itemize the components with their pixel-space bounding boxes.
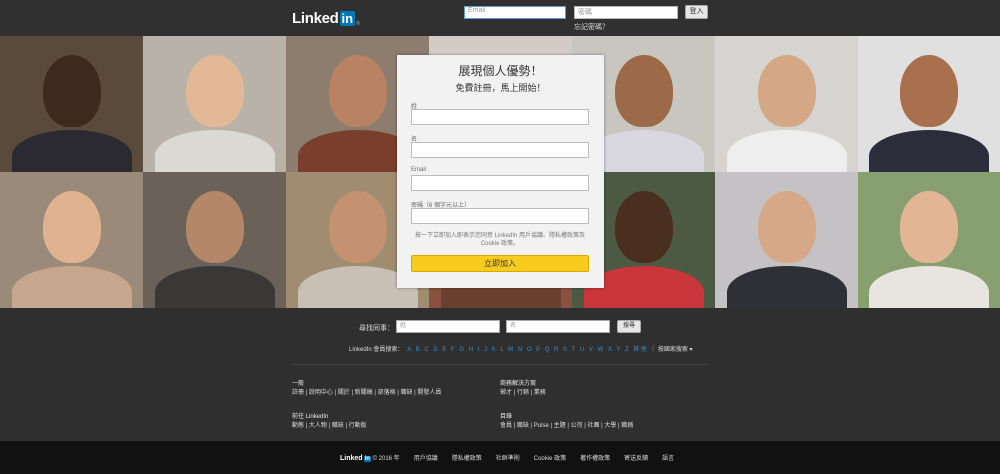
last-name-input[interactable] — [411, 109, 589, 125]
bottom-linkedin-logo: Linked in — [340, 455, 371, 462]
signup-password-input[interactable] — [411, 208, 589, 224]
footer-browse: 前往 LinkedIn 動態 | 大人物 | 職缺 | 行動版 — [292, 413, 367, 431]
copyright-policy-link[interactable]: 著作權政策 — [580, 453, 610, 462]
email-label: Email — [411, 167, 427, 173]
user-agreement-link[interactable]: 用戶協議 — [414, 453, 438, 462]
photo-tile — [143, 172, 286, 308]
linkedin-logo[interactable]: Linked in ® — [292, 9, 360, 28]
photo-tile — [858, 36, 1000, 172]
footer-directories-heading: 目錄 — [500, 414, 513, 420]
join-now-button[interactable]: 立即加入 — [411, 255, 589, 272]
browse-by-country-link[interactable]: 按國家搜索 ▾ — [658, 344, 693, 353]
photo-tile — [0, 36, 143, 172]
footer-general-heading: 一般 — [292, 381, 305, 387]
footer-business: 商務解決方案 徵才 | 行銷 | 業務 — [500, 380, 546, 398]
signup-email-input[interactable] — [411, 175, 589, 191]
cookie-policy-link[interactable]: Cookie 政策 — [534, 453, 566, 462]
logo-text: Linked — [292, 9, 339, 27]
footer-browse-links[interactable]: 動態 | 大人物 | 職缺 | 行動版 — [292, 422, 367, 431]
footer-divider — [292, 364, 708, 365]
photo-tile — [0, 172, 143, 308]
forgot-password-link[interactable]: 忘記密碼？ — [574, 22, 609, 32]
first-name-input[interactable] — [411, 142, 589, 158]
bottom-logo-text: Linked — [340, 455, 363, 462]
send-feedback-link[interactable]: 寄送反饋 — [624, 453, 648, 462]
find-colleagues-label: 尋找同事： — [359, 325, 394, 332]
bottom-copyright-group: Linked in © 2016 年 — [340, 453, 400, 462]
find-first-name-input[interactable]: 姓 — [396, 320, 500, 333]
footer-directories-links[interactable]: 會員 | 職缺 | Pulse | 主題 | 公司 | 社團 | 大學 | 職稱 — [500, 422, 633, 431]
footer-browse-heading: 前往 LinkedIn — [292, 414, 329, 420]
footer-business-links[interactable]: 徵才 | 行銷 | 業務 — [500, 389, 546, 398]
directory-label: LinkedIn 會員搜索： — [349, 347, 404, 353]
privacy-policy-link[interactable]: 隱私權政策 — [452, 453, 482, 462]
bottom-logo-in: in — [363, 455, 371, 462]
photo-tile — [715, 36, 858, 172]
bottom-bar: Linked in © 2016 年 用戶協議 隱私權政策 社群準則 Cookie… — [0, 441, 1000, 474]
login-password-input[interactable]: 密碼 — [574, 6, 678, 19]
footer-general: 一般 註冊 | 說明中心 | 關於 | 新聞稿 | 部落格 | 職缺 | 開發人… — [292, 380, 441, 398]
photo-tile — [715, 172, 858, 308]
logo-registered: ® — [356, 21, 360, 27]
find-search-button[interactable]: 搜尋 — [617, 320, 641, 333]
signup-card: 展現個人優勢！ 免費註冊，馬上開始！ 姓 名 Email 密碼（6 個字元以上）… — [397, 55, 604, 288]
community-guidelines-link[interactable]: 社群準則 — [496, 453, 520, 462]
copyright-text: © 2016 年 — [372, 456, 400, 462]
photo-tile — [858, 172, 1000, 308]
photo-tile — [143, 36, 286, 172]
signup-subtitle: 免費註冊，馬上開始！ — [455, 83, 546, 93]
footer-directories: 目錄 會員 | 職缺 | Pulse | 主題 | 公司 | 社團 | 大學 |… — [500, 413, 633, 431]
top-header: Linked in ® Email 密碼 登入 忘記密碼？ — [0, 0, 1000, 36]
bottom-links-row: Linked in © 2016 年 用戶協議 隱私權政策 社群準則 Cookie… — [340, 453, 674, 462]
terms-text: 按一下立即加入即表示您同意 LinkedIn 用戶協議、隱私權政策及 Cooki… — [414, 233, 586, 247]
signup-title: 展現個人優勢！ — [458, 64, 543, 78]
find-last-name-input[interactable]: 名 — [506, 320, 610, 333]
divider: | — [652, 345, 654, 352]
logo-in-badge: in — [339, 10, 356, 26]
footer-business-heading: 商務解決方案 — [500, 381, 537, 387]
directory-letter-links[interactable]: A B C D E F G H I J K L M N O P Q R S T … — [407, 344, 648, 353]
footer-general-links[interactable]: 註冊 | 說明中心 | 關於 | 新聞稿 | 部落格 | 職缺 | 開發人員 — [292, 389, 441, 398]
member-directory-row: LinkedIn 會員搜索： A B C D E F G H I J K L M… — [349, 344, 693, 354]
language-link[interactable]: 語言 — [662, 453, 674, 462]
login-email-input[interactable]: Email — [464, 6, 566, 19]
login-button[interactable]: 登入 — [685, 5, 708, 19]
